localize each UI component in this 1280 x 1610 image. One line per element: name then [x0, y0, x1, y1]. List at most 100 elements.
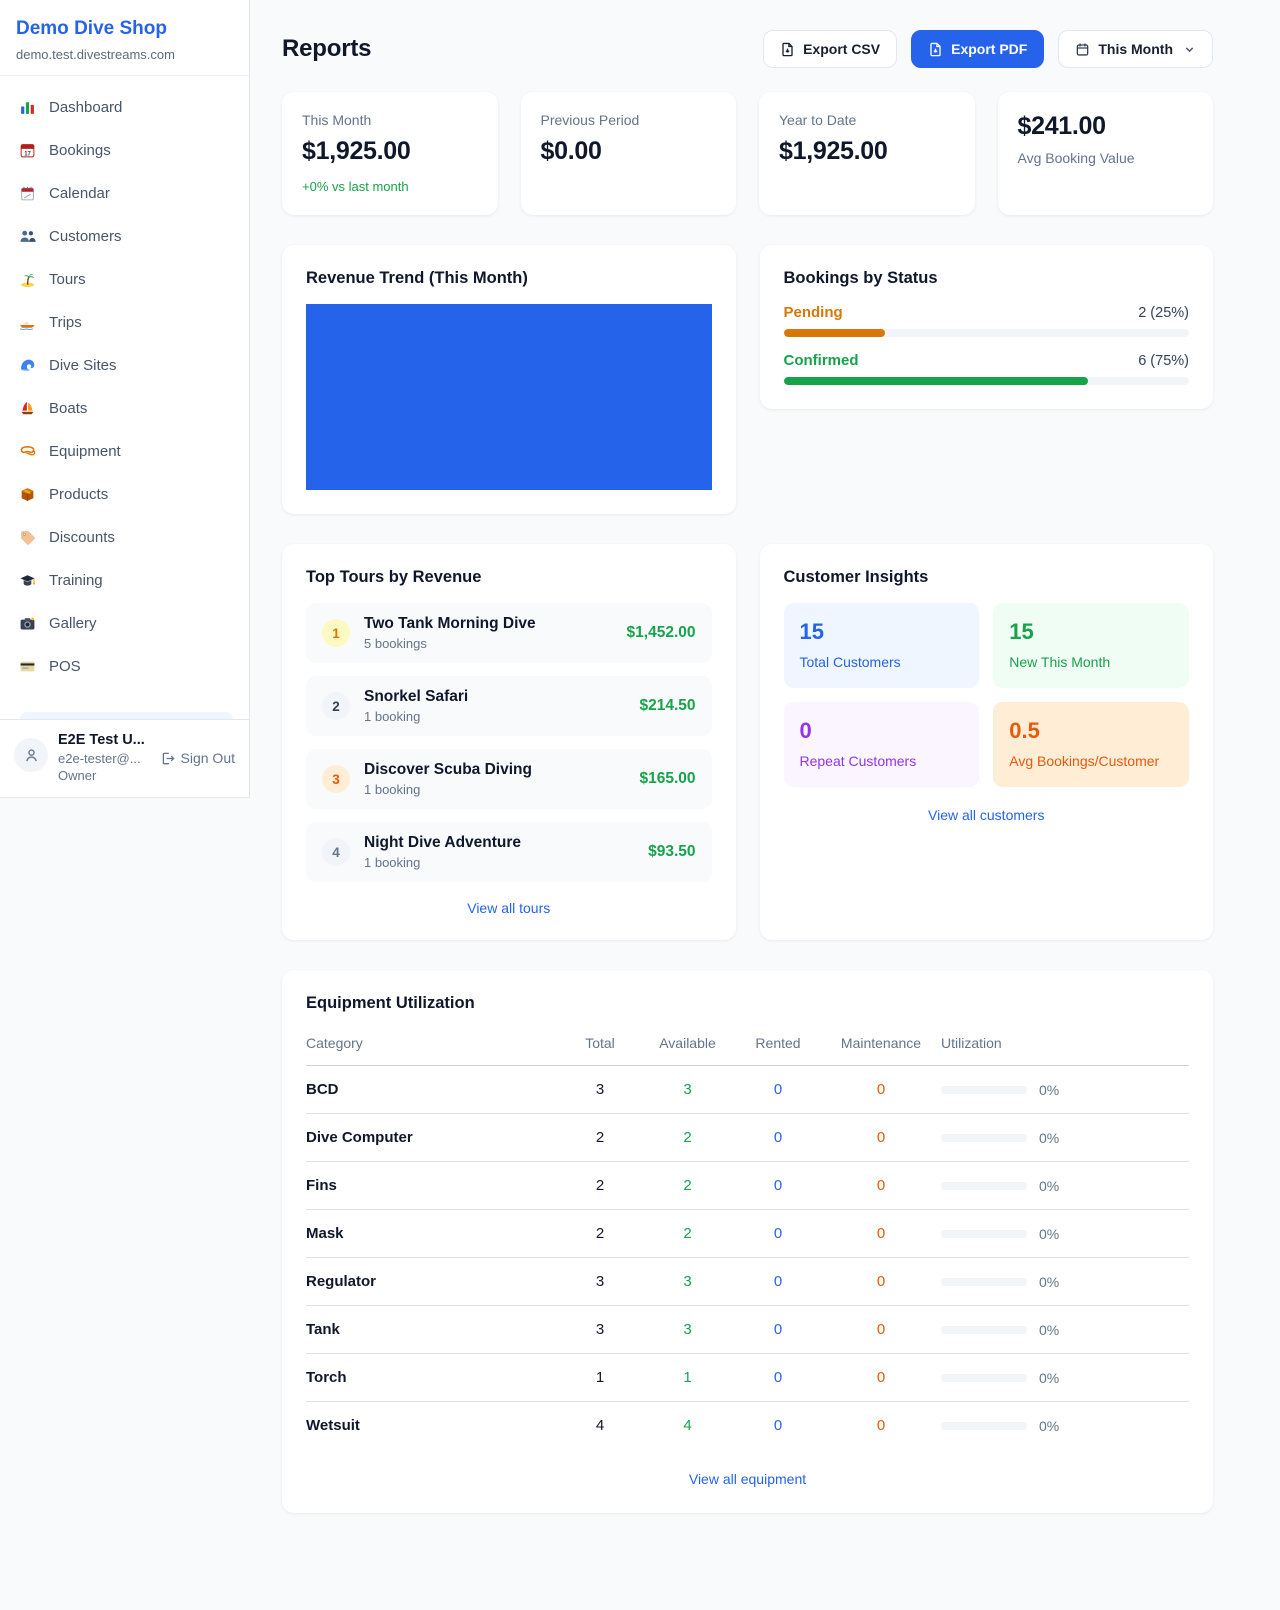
export-pdf-button[interactable]: Export PDF — [911, 30, 1044, 68]
sidebar-item-label: Equipment — [49, 443, 121, 460]
tour-bookings: 1 booking — [364, 855, 521, 870]
sidebar-item-boats[interactable]: Boats — [8, 387, 241, 430]
rented-cell: 0 — [735, 1306, 821, 1354]
utilization-percent: 0% — [1039, 1082, 1059, 1098]
sidebar-nav: Dashboard17Bookings Calendar Customers Tour… — [0, 76, 249, 719]
utilization-cell: 0% — [941, 1066, 1189, 1114]
utilization-cell: 0% — [941, 1210, 1189, 1258]
user-email: e2e-tester@... — [58, 751, 145, 766]
column-header-available: Available — [640, 1029, 735, 1066]
insight-label: Avg Bookings/Customer — [1009, 753, 1173, 769]
main-content: Reports Export CSV Export PDF — [250, 0, 1280, 1513]
utilization-bar — [941, 1086, 1027, 1094]
insight-box: 15Total Customers — [784, 603, 980, 688]
insight-box: 0Repeat Customers — [784, 702, 980, 787]
status-item-confirmed: Confirmed6 (75%) — [784, 352, 1190, 385]
sidebar-item-active-partial[interactable] — [20, 712, 233, 719]
table-row: Mask22000% — [306, 1210, 1189, 1258]
sidebar-item-customers[interactable]: Customers — [8, 215, 241, 258]
top-tours-title: Top Tours by Revenue — [306, 568, 712, 587]
view-all-equipment-link[interactable]: View all equipment — [306, 1471, 1189, 1487]
status-value: 2 (25%) — [1138, 305, 1189, 321]
equipment-table-body: BCD33000%Dive Computer22000%Fins22000%Ma… — [306, 1066, 1189, 1450]
sidebar-item-bookings[interactable]: 17Bookings — [8, 129, 241, 172]
rented-cell: 0 — [735, 1210, 821, 1258]
category-cell: Torch — [306, 1354, 560, 1402]
tour-name: Night Dive Adventure — [364, 834, 521, 852]
available-cell: 3 — [640, 1306, 735, 1354]
sidebar-item-tours[interactable]: Tours — [8, 258, 241, 301]
export-pdf-label: Export PDF — [951, 41, 1027, 57]
maintenance-cell: 0 — [821, 1402, 941, 1450]
brand-domain: demo.test.divestreams.com — [16, 47, 233, 62]
utilization-bar — [941, 1278, 1027, 1286]
total-cell: 1 — [560, 1354, 640, 1402]
available-cell: 4 — [640, 1402, 735, 1450]
total-cell: 3 — [560, 1306, 640, 1354]
tour-name: Two Tank Morning Dive — [364, 615, 536, 633]
total-cell: 3 — [560, 1066, 640, 1114]
sidebar-item-calendar[interactable]: Calendar — [8, 172, 241, 215]
sidebar-item-products[interactable]: Products — [8, 473, 241, 516]
calendar-icon — [1075, 42, 1090, 57]
view-all-customers-link[interactable]: View all customers — [784, 807, 1190, 823]
status-progress-fill — [784, 377, 1088, 385]
sidebar-item-label: Tours — [49, 271, 86, 288]
view-all-tours-link[interactable]: View all tours — [306, 900, 712, 916]
sidebar-item-label: Calendar — [49, 185, 110, 202]
sidebar-item-dashboard[interactable]: Dashboard — [8, 86, 241, 129]
rank-badge: 3 — [322, 765, 350, 793]
sidebar-item-label: Trips — [49, 314, 82, 331]
sidebar-item-dive-sites[interactable]: Dive Sites — [8, 344, 241, 387]
maintenance-cell: 0 — [821, 1066, 941, 1114]
utilization-percent: 0% — [1039, 1418, 1059, 1434]
top-tours-panel: Top Tours by Revenue 1Two Tank Morning D… — [282, 544, 736, 940]
rented-cell: 0 — [735, 1354, 821, 1402]
avatar — [14, 738, 48, 772]
graduation-cap-icon — [18, 572, 36, 590]
utilization-bar — [941, 1182, 1027, 1190]
bar-chart-icon — [18, 99, 36, 117]
sidebar-item-pos[interactable]: POS — [8, 645, 241, 688]
stat-card-0: This Month$1,925.00+0% vs last month — [282, 92, 498, 215]
column-header-category: Category — [306, 1029, 560, 1066]
tour-name: Discover Scuba Diving — [364, 761, 532, 779]
category-cell: Fins — [306, 1162, 560, 1210]
sidebar-item-equipment[interactable]: Equipment — [8, 430, 241, 473]
insight-label: New This Month — [1009, 654, 1173, 670]
stat-label: Previous Period — [541, 112, 717, 128]
rented-cell: 0 — [735, 1066, 821, 1114]
revenue-trend-panel: Revenue Trend (This Month) — [282, 245, 736, 514]
table-row: Regulator33000% — [306, 1258, 1189, 1306]
stat-value: $0.00 — [541, 137, 717, 166]
stat-card-1: Previous Period $0.00 — [521, 92, 737, 215]
category-cell: Wetsuit — [306, 1402, 560, 1450]
export-csv-button[interactable]: Export CSV — [763, 30, 897, 68]
tour-bookings: 1 booking — [364, 709, 468, 724]
user-role: Owner — [58, 768, 145, 783]
sidebar-item-training[interactable]: Training — [8, 559, 241, 602]
stat-value: $1,925.00 — [779, 137, 955, 166]
sidebar-item-gallery[interactable]: Gallery — [8, 602, 241, 645]
svg-text:17: 17 — [24, 151, 31, 157]
column-header-rented: Rented — [735, 1029, 821, 1066]
insight-box: 15New This Month — [993, 603, 1189, 688]
brand-block: Demo Dive Shop demo.test.divestreams.com — [0, 0, 249, 76]
chevron-down-icon — [1183, 43, 1196, 56]
tour-row: 4Night Dive Adventure1 booking$93.50 — [306, 822, 712, 882]
sidebar-item-discounts[interactable]: Discounts — [8, 516, 241, 559]
total-cell: 2 — [560, 1162, 640, 1210]
customer-insights-title: Customer Insights — [784, 568, 1190, 587]
sign-out-button[interactable]: Sign Out — [160, 750, 235, 766]
category-cell: Regulator — [306, 1258, 560, 1306]
table-row: BCD33000% — [306, 1066, 1189, 1114]
stat-card-3: $241.00Avg Booking Value — [998, 92, 1214, 215]
tour-info: Night Dive Adventure 1 booking — [364, 834, 521, 870]
sidebar: Demo Dive Shop demo.test.divestreams.com… — [0, 0, 250, 798]
utilization-percent: 0% — [1039, 1274, 1059, 1290]
logout-icon — [160, 751, 175, 766]
credit-card-icon — [18, 658, 36, 676]
sidebar-item-trips[interactable]: Trips — [8, 301, 241, 344]
period-select[interactable]: This Month — [1058, 30, 1213, 68]
status-label: Confirmed — [784, 352, 859, 369]
